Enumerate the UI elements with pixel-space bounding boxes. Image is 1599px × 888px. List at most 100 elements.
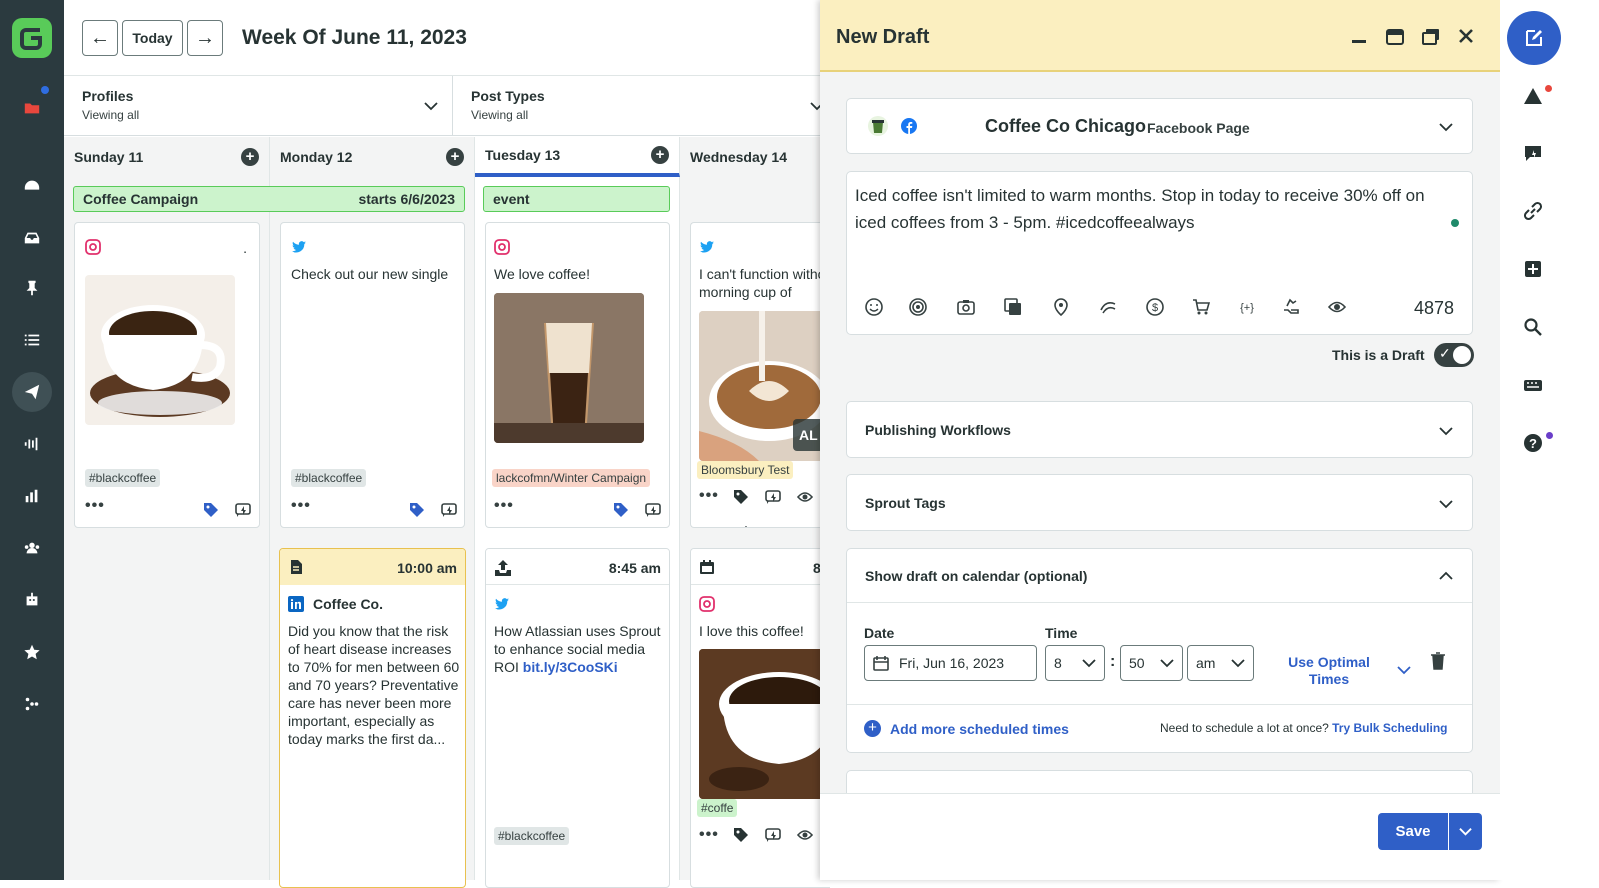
add-box-icon[interactable] (1523, 259, 1545, 281)
dashboard-icon[interactable] (12, 166, 52, 206)
date-picker[interactable]: Fri, Jun 16, 2023 (864, 645, 1037, 681)
post-card-sunday[interactable]: . #blackcoffee ••• (74, 222, 260, 528)
eye-icon[interactable] (797, 489, 813, 505)
minimize-icon[interactable] (1350, 32, 1368, 50)
post-tag[interactable]: lackcofmn/Winter Campaign (492, 469, 651, 487)
dock-icon[interactable] (1386, 28, 1404, 46)
search-icon[interactable] (1523, 317, 1545, 339)
add-post-plus-icon[interactable]: + (241, 148, 259, 166)
prev-week-button[interactable]: ← (82, 20, 118, 56)
next-week-button[interactable]: → (187, 20, 223, 56)
post-card-wednesday[interactable]: I can't function without my morning cup … (690, 222, 830, 528)
add-post-plus-icon[interactable]: + (651, 146, 669, 164)
reply-bubble-icon[interactable] (645, 502, 661, 518)
post-link[interactable]: bit.ly/3CooSKi (523, 659, 618, 675)
publishing-workflows-section[interactable]: Publishing Workflows (846, 401, 1473, 458)
reply-bubble-icon[interactable] (235, 502, 251, 518)
compose-button[interactable] (1507, 11, 1561, 65)
alert-icon[interactable] (1523, 86, 1545, 108)
inbox-icon[interactable] (12, 218, 52, 258)
hand-icon[interactable] (1282, 298, 1300, 316)
media-library-icon[interactable] (1004, 298, 1022, 316)
more-options-icon[interactable]: ••• (291, 497, 311, 515)
add-post-plus-icon[interactable]: + (446, 148, 464, 166)
activity-icon[interactable] (1523, 143, 1545, 165)
campaign-banner[interactable]: Coffee Campaign starts 6/6/2023 (73, 186, 465, 212)
more-options-icon[interactable]: ••• (494, 497, 514, 515)
post-tag[interactable]: #coffe (697, 799, 738, 817)
link-icon[interactable] (1523, 201, 1545, 223)
save-button[interactable]: Save (1378, 813, 1448, 850)
list-icon[interactable] (12, 320, 52, 360)
optimal-times-link[interactable]: Use Optimal Times (1279, 654, 1379, 688)
message-textarea[interactable]: Iced coffee isn't limited to warm months… (855, 182, 1453, 236)
cart-icon[interactable] (1192, 298, 1210, 316)
variables-icon[interactable]: {+} (1238, 298, 1256, 316)
star-icon[interactable] (12, 632, 52, 672)
dollar-icon[interactable]: $ (1146, 298, 1164, 316)
reply-bubble-icon[interactable] (765, 489, 781, 505)
reply-bubble-icon[interactable] (765, 827, 781, 843)
draft-toggle[interactable]: ✓ (1434, 343, 1474, 367)
reply-bubble-icon[interactable] (441, 502, 457, 518)
pin-icon[interactable] (12, 268, 52, 308)
bot-icon[interactable] (12, 580, 52, 620)
post-card-monday[interactable]: Check out our new single #blackcoffee ••… (280, 222, 465, 528)
tag-icon[interactable] (409, 502, 425, 518)
camera-icon[interactable] (957, 298, 975, 316)
post-tag[interactable]: #blackcoffee (85, 469, 161, 487)
target-icon[interactable] (909, 298, 927, 316)
draft-card-monday[interactable]: 10:00 am Coffee Co. Did you know that th… (279, 548, 466, 888)
post-tag[interactable]: Bloomsbury Test (697, 461, 794, 479)
today-button[interactable]: Today (122, 20, 183, 56)
folder-icon[interactable] (12, 88, 52, 128)
preview-eye-icon[interactable] (1328, 298, 1346, 316)
close-icon[interactable] (1458, 28, 1474, 44)
tag-icon[interactable] (733, 827, 749, 843)
integrations-icon[interactable] (12, 684, 52, 724)
tag-icon[interactable] (733, 489, 749, 505)
post-card-wednesday-bottom[interactable]: 8 I love this coffee! #coffe ••• (690, 548, 830, 888)
more-options-icon[interactable]: ••• (699, 487, 719, 505)
reports-icon[interactable] (12, 476, 52, 516)
popout-icon[interactable] (1422, 28, 1440, 46)
listening-icon[interactable] (12, 424, 52, 464)
more-options-icon[interactable]: ••• (699, 826, 719, 844)
event-banner[interactable]: event (483, 186, 670, 212)
publishing-icon[interactable] (12, 372, 52, 412)
post-types-filter[interactable]: Post Types Viewing all (453, 76, 824, 136)
bulk-scheduling-link[interactable]: Try Bulk Scheduling (1332, 721, 1447, 735)
post-tag[interactable]: #blackcoffee (494, 827, 570, 845)
pencil-icon[interactable] (735, 525, 751, 528)
sprout-tags-section[interactable]: Sprout Tags (846, 474, 1473, 531)
profile-selector[interactable]: Coffee Co Chicago Facebook Page (846, 98, 1473, 154)
post-tag[interactable]: #blackcoffee (291, 469, 367, 487)
coffee-cup-image (85, 275, 235, 425)
section-header[interactable]: Show draft on calendar (optional) (847, 549, 1472, 603)
chevron-down-icon[interactable] (1397, 663, 1411, 677)
post-card-tuesday[interactable]: We love coffee! lackcofmn/Winter Campaig… (485, 222, 670, 528)
emoji-icon[interactable] (865, 298, 883, 316)
people-icon[interactable] (12, 528, 52, 568)
compose-box[interactable]: Iced coffee isn't limited to warm months… (846, 171, 1473, 335)
sprout-logo-icon[interactable] (10, 16, 54, 60)
save-options-button[interactable] (1449, 813, 1482, 850)
eye-icon[interactable] (797, 827, 813, 843)
tag-icon[interactable] (613, 502, 629, 518)
hour-select[interactable]: 8 (1045, 645, 1105, 681)
minute-select[interactable]: 50 (1120, 645, 1183, 681)
ampm-select[interactable]: am (1187, 645, 1254, 681)
character-count: 4878 (1414, 298, 1455, 318)
add-more-times-button[interactable]: + Add more scheduled times (864, 720, 1069, 737)
help-icon[interactable]: ? (1523, 433, 1545, 455)
tag-icon[interactable] (203, 502, 219, 518)
divider (847, 704, 1472, 705)
trash-icon[interactable] (1430, 652, 1446, 670)
location-icon[interactable] (1052, 298, 1070, 316)
keyboard-icon[interactable] (1523, 375, 1545, 397)
more-options-icon[interactable]: ••• (85, 497, 105, 515)
feeling-icon[interactable] (1099, 298, 1117, 316)
post-card-tuesday-bottom[interactable]: 8:45 am How Atlassian uses Sprout to enh… (485, 548, 670, 888)
profiles-filter[interactable]: Profiles Viewing all (64, 76, 453, 136)
minute-value: 50 (1129, 655, 1145, 671)
